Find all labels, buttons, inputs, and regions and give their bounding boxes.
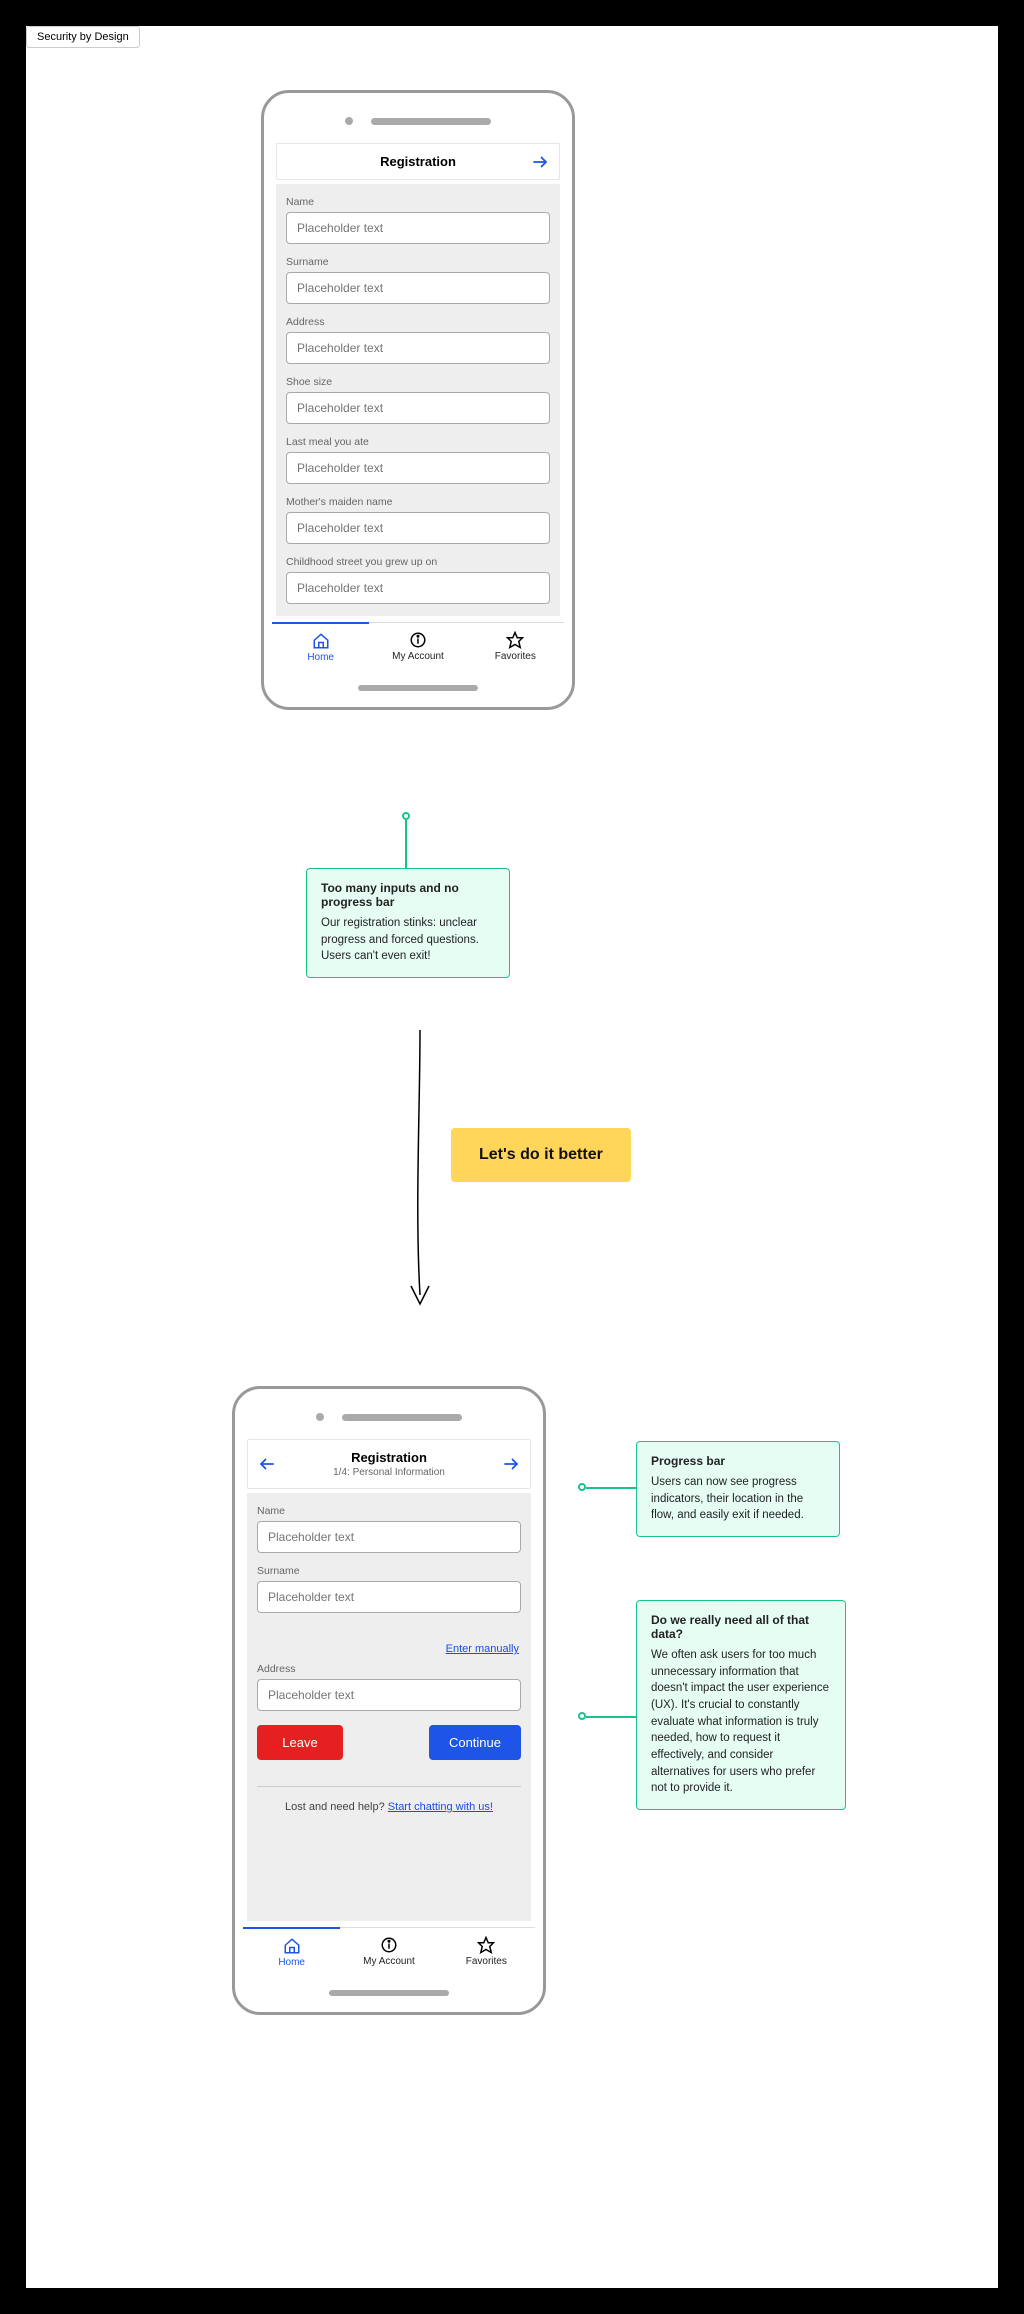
field-address: Address [286,316,550,364]
phone-speaker [272,117,564,125]
tab-favorites[interactable]: Favorites [438,1928,535,1976]
input-name[interactable] [286,212,550,244]
connector-line [405,820,407,870]
field-surname: Surname [257,1565,521,1613]
enter-manually-row: Enter manually [257,1639,519,1657]
field-surname: Surname [286,256,550,304]
info-icon [409,631,427,649]
tab-home[interactable]: Home [272,622,369,671]
field-maiden: Mother's maiden name [286,496,550,544]
input-surname[interactable] [286,272,550,304]
field-address: Address [257,1663,521,1711]
home-indicator [329,1990,449,1996]
screen-title: Registration [380,154,456,169]
back-arrow-button[interactable] [256,1453,278,1475]
star-icon [477,1936,495,1954]
callout-title: Do we really need all of that data? [651,1613,831,1641]
phone-speaker [243,1413,535,1421]
transition-arrow [405,1030,435,1310]
connector-dot [578,1483,586,1491]
next-arrow-button[interactable] [529,151,551,173]
leave-button[interactable]: Leave [257,1725,343,1760]
arrow-right-icon [531,153,549,171]
home-icon [283,1937,301,1955]
label-name: Name [257,1505,521,1517]
registration-form: Name Surname Enter manually Address Leav… [247,1493,531,1921]
input-name[interactable] [257,1521,521,1553]
mobile-mockup-before: Registration Name Surname Address Shoe s… [261,90,575,710]
info-icon [380,1936,398,1954]
connector-line [586,1716,636,1718]
callout-title: Too many inputs and no progress bar [321,881,495,909]
help-chat-link[interactable]: Start chatting with us! [388,1801,493,1813]
help-block: Lost and need help? Start chatting with … [257,1786,521,1821]
callout-body: Our registration stinks: unclear progres… [321,915,495,965]
label-shoesize: Shoe size [286,376,550,388]
continue-button[interactable]: Continue [429,1725,521,1760]
star-icon [506,631,524,649]
field-name: Name [257,1505,521,1553]
bottom-tab-bar: Home My Account Favorites [243,1927,535,1976]
callout-title: Progress bar [651,1454,825,1468]
connector-dot [578,1712,586,1720]
field-street: Childhood street you grew up on [286,556,550,604]
tab-home[interactable]: Home [243,1927,340,1976]
callout-need-data[interactable]: Do we really need all of that data? We o… [636,1600,846,1810]
enter-manually-link[interactable]: Enter manually [446,1643,519,1655]
label-surname: Surname [257,1565,521,1577]
label-name: Name [286,196,550,208]
label-surname: Surname [286,256,550,268]
arrow-left-icon [258,1455,276,1473]
home-icon [312,632,330,650]
label-lastmeal: Last meal you ate [286,436,550,448]
tab-account[interactable]: My Account [369,623,466,671]
label-address: Address [257,1663,521,1675]
input-lastmeal[interactable] [286,452,550,484]
input-street[interactable] [286,572,550,604]
arrow-right-icon [502,1455,520,1473]
screen-title: Registration [351,1450,427,1465]
connector-dot [402,812,410,820]
input-maiden[interactable] [286,512,550,544]
input-address[interactable] [286,332,550,364]
screen-subtitle: 1/4: Personal Information [333,1467,445,1478]
home-indicator [358,685,478,691]
tab-account[interactable]: My Account [340,1928,437,1976]
bottom-tab-bar: Home My Account Favorites [272,622,564,671]
screen-title-bar: Registration [276,143,560,180]
transition-label[interactable]: Let's do it better [451,1128,631,1182]
label-street: Childhood street you grew up on [286,556,550,568]
callout-too-many-inputs[interactable]: Too many inputs and no progress bar Our … [306,868,510,978]
field-lastmeal: Last meal you ate [286,436,550,484]
form-button-row: Leave Continue [257,1725,521,1760]
help-text-prefix: Lost and need help? [285,1801,388,1813]
next-arrow-button[interactable] [500,1453,522,1475]
screen-title-bar: Registration 1/4: Personal Information [247,1439,531,1489]
field-shoesize: Shoe size [286,376,550,424]
callout-body: Users can now see progress indicators, t… [651,1474,825,1524]
connector-line [586,1487,636,1489]
input-shoesize[interactable] [286,392,550,424]
label-maiden: Mother's maiden name [286,496,550,508]
callout-progress-bar[interactable]: Progress bar Users can now see progress … [636,1441,840,1537]
callout-body: We often ask users for too much unnecess… [651,1647,831,1797]
registration-form: Name Surname Address Shoe size Last meal… [276,184,560,616]
input-surname[interactable] [257,1581,521,1613]
input-address[interactable] [257,1679,521,1711]
board-tab[interactable]: Security by Design [26,26,140,48]
field-name: Name [286,196,550,244]
tab-favorites[interactable]: Favorites [467,623,564,671]
label-address: Address [286,316,550,328]
mobile-mockup-after: Registration 1/4: Personal Information N… [232,1386,546,2015]
